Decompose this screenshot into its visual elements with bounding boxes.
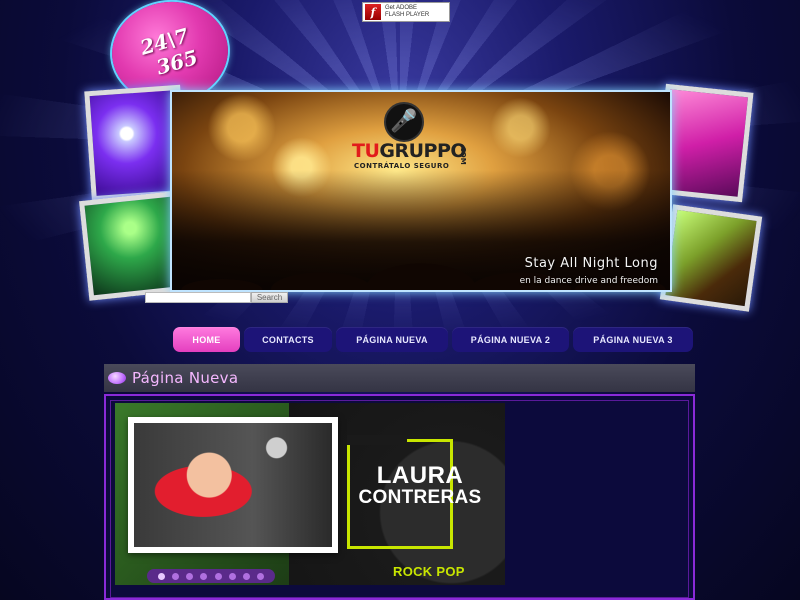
hero-banner: 🎤 TUGRUPPO .COM CONTRÁTALO SEGURO Stay A… [170, 90, 672, 292]
artist-photo-frame [128, 417, 338, 553]
search-button[interactable]: Search [251, 292, 288, 303]
slider-dot[interactable] [158, 572, 166, 580]
logo-name-red: TU [352, 140, 380, 162]
slider-dot[interactable] [200, 572, 208, 580]
featured-artist-slide[interactable]: LAURA CONTRERAS ROCK POP [115, 403, 505, 585]
flash-player-badge[interactable]: f Get ADOBE FLASH PLAYER [362, 2, 450, 22]
slider-pagination [147, 569, 275, 583]
bullet-icon [108, 372, 126, 384]
nav-item-pagina-nueva-2[interactable]: PÁGINA NUEVA 2 [452, 327, 569, 352]
hero-subtitle: en la dance drive and freedom [519, 276, 658, 286]
artist-name: LAURA CONTRERAS [345, 462, 495, 509]
slider-dot[interactable] [228, 572, 236, 580]
nav-item-pagina-nueva-3[interactable]: PÁGINA NUEVA 3 [573, 327, 693, 352]
page-title-bar: Página Nueva [104, 364, 695, 392]
search-input[interactable] [145, 292, 251, 303]
artist-first-name: LAURA [376, 462, 464, 489]
main-nav: HOME CONTACTS PÁGINA NUEVA PÁGINA NUEVA … [173, 327, 693, 352]
logo-name-dark: GRUPPO [379, 140, 467, 162]
artist-genre: ROCK POP [393, 564, 465, 579]
nav-item-pagina-nueva[interactable]: PÁGINA NUEVA [336, 327, 448, 352]
flash-icon: f [365, 4, 381, 20]
flash-badge-line1: Get ADOBE [385, 5, 418, 11]
search-bar: Search [145, 292, 288, 303]
logo-com: .COM [459, 144, 467, 165]
slider-dot[interactable] [256, 572, 264, 580]
flash-badge-line2: FLASH PLAYER [385, 12, 430, 18]
site-logo[interactable]: 🎤 TUGRUPPO .COM CONTRÁTALO SEGURO [352, 102, 482, 172]
logo-tagline: CONTRÁTALO SEGURO [354, 162, 450, 170]
slider-dot[interactable] [214, 572, 222, 580]
page-title: Página Nueva [132, 369, 239, 387]
side-photo-guitar [659, 204, 763, 312]
artist-photo [134, 423, 332, 547]
slider-dot[interactable] [186, 572, 194, 580]
artist-last-name: CONTRERAS [358, 487, 482, 508]
slider-dot[interactable] [172, 572, 180, 580]
crowd-silhouette [172, 170, 670, 290]
nav-item-contacts[interactable]: CONTACTS [244, 327, 332, 352]
hero-title: Stay All Night Long [524, 256, 658, 271]
nav-item-home[interactable]: HOME [173, 327, 240, 352]
slider-dot[interactable] [242, 572, 250, 580]
microphone-icon: 🎤 [384, 102, 424, 142]
